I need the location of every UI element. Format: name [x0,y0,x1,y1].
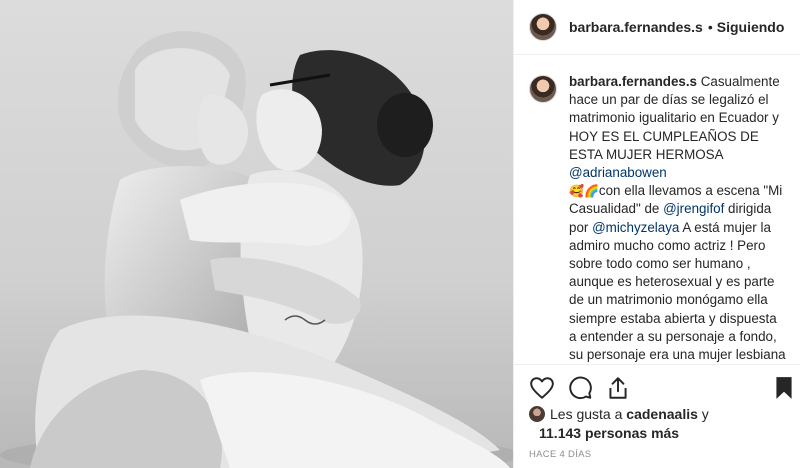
mention-adrianabowen[interactable]: @adrianabowen [569,165,667,180]
comment-icon[interactable] [567,375,593,401]
caption-emojis: 🥰🌈 [569,184,599,199]
separator-dot: • [707,19,713,35]
liker-avatar[interactable] [529,406,545,422]
avatar[interactable] [529,13,557,41]
action-icons [529,375,792,401]
post-username[interactable]: barbara.fernandes.s [569,19,703,35]
caption-text: barbara.fernandes.s Casualmente hace un … [569,73,787,364]
share-icon[interactable] [605,375,631,401]
likes-summary: Les gusta a cadenaalis y 11.143 personas… [529,405,791,443]
post-actions: Les gusta a cadenaalis y 11.143 personas… [514,364,800,468]
post-photo[interactable] [0,0,513,468]
post-header: barbara.fernandes.s • Siguiendo [514,0,800,55]
post-caption: barbara.fernandes.s Casualmente hace un … [514,55,800,364]
bookmark-icon[interactable] [771,375,797,401]
caption-part-4: A está mujer la admiro mucho como actriz… [569,219,786,363]
photo-illustration [0,0,513,468]
heart-icon[interactable] [529,375,555,401]
likes-prefix: Les gusta a [550,406,627,422]
liker-username[interactable]: cadenaalis [626,406,698,422]
post-side-panel: barbara.fernandes.s • Siguiendo barbara.… [513,0,800,468]
caption-username[interactable]: barbara.fernandes.s [569,74,697,89]
mention-michyzelaya[interactable]: @michyzelaya [592,220,679,235]
mention-jrengifof[interactable]: @jrengifof [663,201,724,216]
likes-connector: y [697,406,709,422]
following-button[interactable]: Siguiendo [717,19,785,35]
post-timestamp[interactable]: HACE 4 DÍAS [529,449,591,460]
likes-count[interactable]: 11.143 personas más [539,425,679,441]
caption-avatar[interactable] [529,75,557,103]
